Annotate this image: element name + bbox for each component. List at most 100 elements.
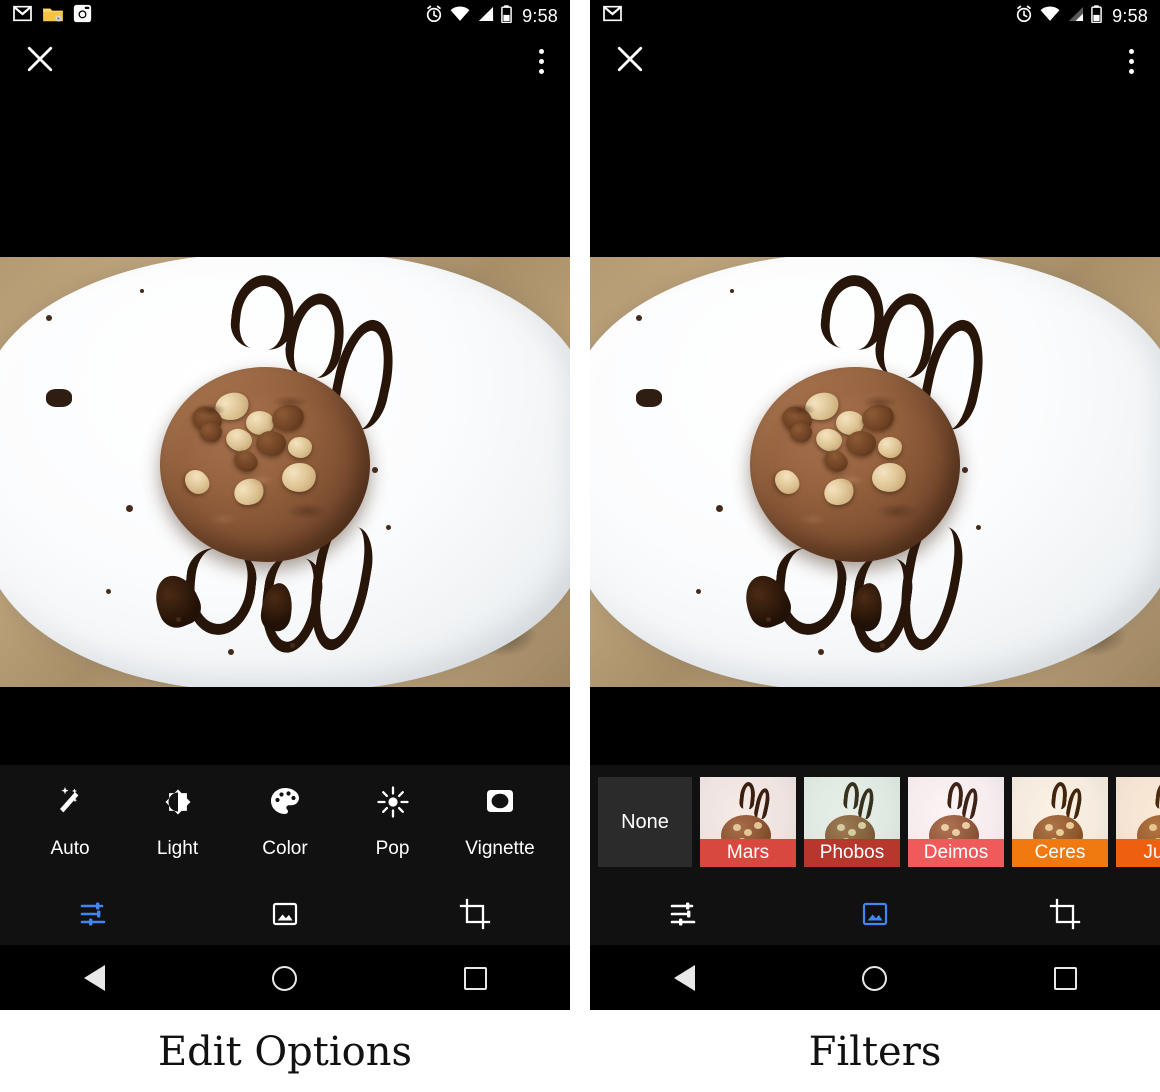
edit-tools-panel: Auto Light Color Pop Vignette [0,765,570,945]
chocolate-mousse-cake [160,367,370,562]
filter-tile-juno[interactable]: Juno [1116,777,1160,867]
dessert-photo [0,257,570,687]
status-bar-notification-icons [12,4,92,28]
instagram-icon [73,4,92,28]
more-options-icon[interactable] [539,48,544,74]
magic-wand-icon [53,785,87,824]
tab-filters[interactable] [242,897,328,931]
filter-tile-deimos[interactable]: Deimos [908,777,1004,867]
phone-screenshot-edit-options: 9:58 Auto Light Color Pop Vignette [0,0,570,1010]
close-icon[interactable] [616,45,644,78]
bottom-tab-bar [0,897,570,931]
filter-tile-phobos[interactable]: Phobos [804,777,900,867]
status-bar: 9:58 [0,0,570,32]
palette-icon [268,785,302,824]
sauce-speck [228,649,234,655]
app-bar [590,32,1160,90]
status-bar-clock: 9:58 [522,5,558,26]
edit-tool-color[interactable]: Color [239,785,331,860]
edit-tool-label: Light [156,838,199,859]
sauce-speck [716,505,723,512]
gmail-icon [12,5,33,27]
android-nav-bar [590,946,1160,1010]
sauce-speck [140,289,144,293]
signal-icon [477,6,494,27]
sauce-speck [730,289,734,293]
bottom-tab-bar [590,897,1160,931]
tab-filters[interactable] [832,897,918,931]
folder-icon [42,5,64,28]
chocolate-mousse-cake [750,367,960,562]
sauce-speck [46,389,72,407]
sauce-speck [386,525,391,530]
sauce-speck [818,649,824,655]
tab-crop[interactable] [1022,897,1108,931]
tab-tune[interactable] [642,897,728,931]
more-options-icon[interactable] [1129,48,1134,74]
status-bar-system-icons: 9:58 [1015,4,1148,28]
signal-icon [1067,6,1084,27]
dessert-photo [590,257,1160,687]
photo-letterbox [0,687,570,765]
wifi-icon [450,5,470,27]
back-triangle-icon[interactable] [673,965,695,991]
filter-none[interactable]: None [598,777,692,867]
sauce-speck [962,467,968,473]
page-root: 9:58 Auto Light Color Pop Vignette 9:58 … [0,0,1160,1092]
home-circle-icon[interactable] [861,965,887,991]
tab-tune[interactable] [52,897,138,931]
tab-crop[interactable] [432,897,518,931]
edit-tool-auto[interactable]: Auto [24,785,116,860]
battery-icon [501,4,512,28]
home-circle-icon[interactable] [271,965,297,991]
phone-screenshot-filters: 9:58 None Mars Phobos Deimos Ceres Ju [590,0,1160,1010]
sauce-speck [636,389,662,407]
sauce-speck [126,505,133,512]
wifi-icon [1040,5,1060,27]
filter-none-label: None [621,810,669,833]
recents-square-icon[interactable] [463,966,487,990]
alarm-icon [1015,5,1033,28]
filter-label: Phobos [804,839,900,867]
filter-label: Juno [1116,839,1160,867]
sauce-speck [636,315,642,321]
photo-letterbox [590,687,1160,765]
edit-tool-label: Auto [50,838,90,859]
sauce-speck [976,525,981,530]
recents-square-icon[interactable] [1053,966,1077,990]
edit-tool-pop[interactable]: Pop [347,785,439,860]
caption-edit-options: Edit Options [157,1029,413,1075]
sauce-speck [372,467,378,473]
edit-tool-light[interactable]: Light [132,785,224,860]
sauce-speck [290,643,295,648]
status-bar-notification-icons [602,5,623,27]
vignette-icon [483,785,517,824]
brightness-icon [161,785,195,824]
edit-tool-vignette[interactable]: Vignette [454,785,546,860]
filter-strip[interactable]: None Mars Phobos Deimos Ceres Ju [590,765,1160,873]
sauce-speck [176,617,181,622]
android-nav-bar [0,946,570,1010]
status-bar-clock: 9:58 [1112,5,1148,26]
sauce-speck [766,617,771,622]
close-icon[interactable] [26,45,54,78]
filter-tile-ceres[interactable]: Ceres [1012,777,1108,867]
sun-pop-icon [376,785,410,824]
filter-label: Deimos [908,839,1004,867]
back-triangle-icon[interactable] [83,965,105,991]
battery-icon [1091,4,1102,28]
app-bar [0,32,570,90]
photo-preview[interactable] [590,257,1160,687]
filters-panel: None Mars Phobos Deimos Ceres Ju [590,765,1160,945]
edit-tool-label: Vignette [465,838,535,859]
caption-filters: Filters [808,1029,942,1075]
gmail-icon [602,5,623,27]
filter-label: Ceres [1012,839,1108,867]
edit-tool-label: Color [262,838,308,859]
edit-tool-label: Pop [375,838,410,859]
filter-tile-mars[interactable]: Mars [700,777,796,867]
status-bar-system-icons: 9:58 [425,4,558,28]
photo-preview[interactable] [0,257,570,687]
sauce-speck [106,589,111,594]
sauce-speck [696,589,701,594]
